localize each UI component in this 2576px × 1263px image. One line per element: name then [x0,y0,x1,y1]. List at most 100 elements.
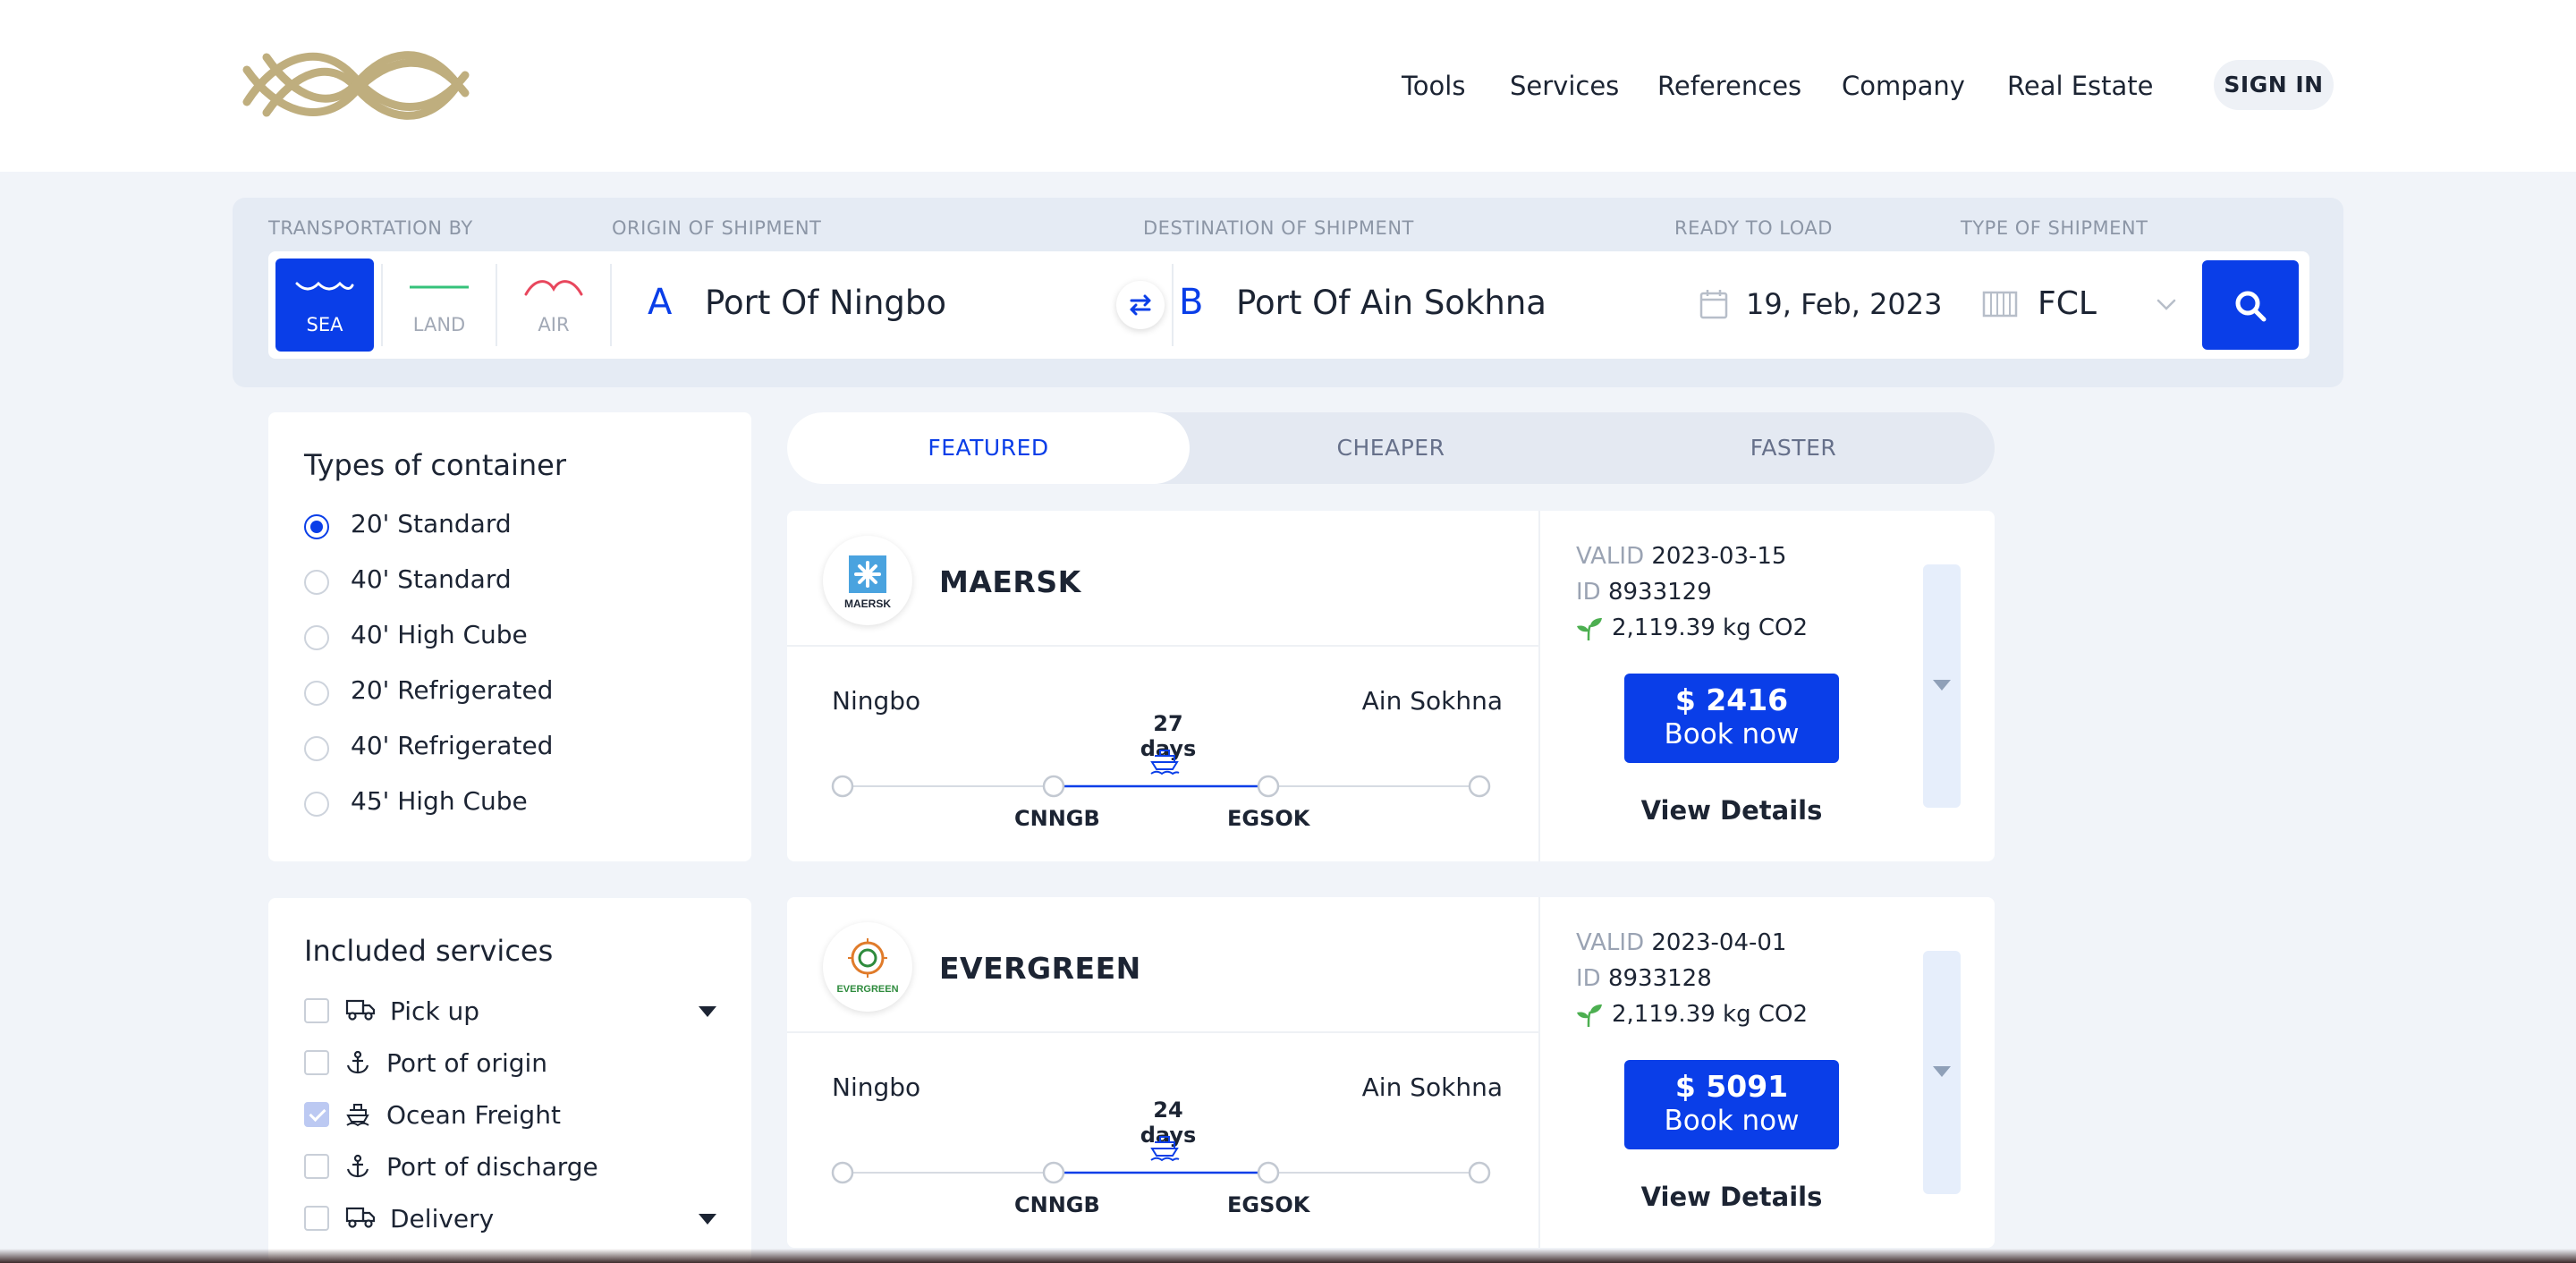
service-label: Port of origin [386,1048,548,1078]
logo-text: MAERSK [844,598,891,610]
sort-tabs: FEATURED CHEAPER FASTER [787,412,1995,484]
service-item-ocean-freight[interactable]: Ocean Freight [304,1097,724,1132]
divider [1172,264,1174,346]
container-option-label: 40' Refrigerated [351,731,554,760]
chevron-down-icon[interactable] [2156,298,2177,312]
service-item-port-discharge[interactable]: Port of discharge [304,1149,724,1184]
destination-port-code: EGSOK [1227,1192,1310,1217]
mode-air-label: AIR [538,314,570,335]
radio-button[interactable] [304,570,329,595]
divider [787,1031,1538,1033]
valid-date: 2023-03-15 [1651,543,1787,570]
road-icon [410,285,469,289]
nav-tools[interactable]: Tools [1402,64,1465,107]
checkbox[interactable] [304,1102,329,1127]
window-bottom-edge [0,1249,2576,1263]
service-item-port-origin[interactable]: Port of origin [304,1045,724,1081]
search-panel: TRANSPORTATION BY ORIGIN OF SHIPMENT DES… [233,198,2343,387]
radio-button[interactable] [304,681,329,706]
origin-city: Ningbo [832,686,921,716]
divider [496,264,497,346]
divider [381,264,383,346]
anchor-icon [346,1154,369,1178]
waves-icon [295,281,354,291]
service-label: Pick up [390,996,480,1026]
nav-services[interactable]: Services [1510,64,1619,107]
leaf-icon [1577,1004,1602,1028]
service-item-delivery[interactable]: Delivery [304,1200,724,1236]
evergreen-logo: EVERGREEN [823,922,912,1012]
tab-faster[interactable]: FASTER [1592,412,1995,484]
mode-air-button[interactable]: AIR [504,259,603,352]
destination-port-code: EGSOK [1227,806,1310,831]
truck-icon [345,999,376,1021]
container-option-label: 20' Refrigerated [351,675,554,705]
expand-result-button[interactable] [1923,951,1961,1194]
tab-cheaper[interactable]: CHEAPER [1190,412,1592,484]
tab-featured[interactable]: FEATURED [787,412,1190,484]
container-filter-card: Types of container 20' Standard 40' Stan… [268,412,751,861]
origin-label: ORIGIN OF SHIPMENT [612,217,822,239]
search-icon [2235,291,2267,322]
origin-letter: A [648,282,673,323]
caret-down-icon [1933,1066,1951,1077]
destination-city: Ain Sokhna [1361,1072,1503,1102]
ship-icon [1150,750,1180,776]
mode-land-button[interactable]: LAND [390,259,488,352]
checkbox[interactable] [304,1050,329,1075]
ready-date-input[interactable]: 19, Feb, 2023 [1746,287,1943,321]
container-icon [1982,291,2018,318]
id-label: ID [1576,965,1601,992]
nav-real-estate[interactable]: Real Estate [2007,64,2154,107]
radio-button[interactable] [304,514,329,539]
price: $ 5091 [1674,1069,1789,1104]
ready-label: READY TO LOAD [1674,217,1833,239]
service-item-pickup[interactable]: Pick up [304,993,724,1029]
radio-button[interactable] [304,736,329,761]
sign-in-button[interactable]: SIGN IN [2214,60,2334,110]
nav-company[interactable]: Company [1842,64,1965,107]
route-line [831,1136,1491,1184]
divider [1538,897,1540,1248]
search-row: SEA LAND AIR A Port Of Ningbo B Port Of … [268,251,2309,359]
nav-references[interactable]: References [1657,64,1801,107]
ship-icon [1150,1136,1180,1162]
valid-label: VALID [1576,543,1645,570]
destination-input[interactable]: Port Of Ain Sokhna [1236,284,1546,322]
radio-button[interactable] [304,792,329,817]
checkbox[interactable] [304,1154,329,1179]
destination-letter: B [1179,282,1204,323]
maersk-logo: MAERSK [823,536,912,625]
valid-row: VALID 2023-04-01 [1576,929,1786,956]
destination-label: DESTINATION OF SHIPMENT [1143,217,1414,239]
origin-port-code: CNNGB [1014,806,1100,831]
logo-text: EVERGREEN [836,984,898,995]
container-option-label: 20' Standard [351,509,512,538]
swap-ports-button[interactable] [1116,281,1165,329]
service-label: Delivery [390,1204,495,1233]
book-now-label: Book now [1664,1105,1800,1137]
view-details-link[interactable]: View Details [1624,795,1839,826]
truck-icon [345,1207,376,1228]
quote-id: 8933129 [1607,579,1712,606]
id-label: ID [1576,579,1601,606]
carrier-name: EVERGREEN [939,951,1141,986]
calendar-icon [1699,290,1728,319]
search-button[interactable] [2202,260,2299,350]
co2-emissions: 2,119.39 kg CO2 [1612,1001,1809,1028]
divider [787,645,1538,647]
book-now-button[interactable]: $ 5091 Book now [1624,1060,1839,1149]
shipment-type-select[interactable]: FCL [2038,285,2097,322]
radio-button[interactable] [304,625,329,650]
mode-sea-button[interactable]: SEA [275,259,374,352]
id-row: ID 8933128 [1576,965,1712,992]
view-details-link[interactable]: View Details [1624,1182,1839,1212]
carrier-name: MAERSK [939,564,1081,599]
expand-result-button[interactable] [1923,564,1961,808]
checkbox[interactable] [304,1206,329,1231]
checkbox[interactable] [304,998,329,1023]
caret-down-icon[interactable] [698,1213,717,1225]
book-now-button[interactable]: $ 2416 Book now [1624,674,1839,763]
caret-down-icon[interactable] [698,1005,717,1018]
origin-input[interactable]: Port Of Ningbo [705,284,946,322]
